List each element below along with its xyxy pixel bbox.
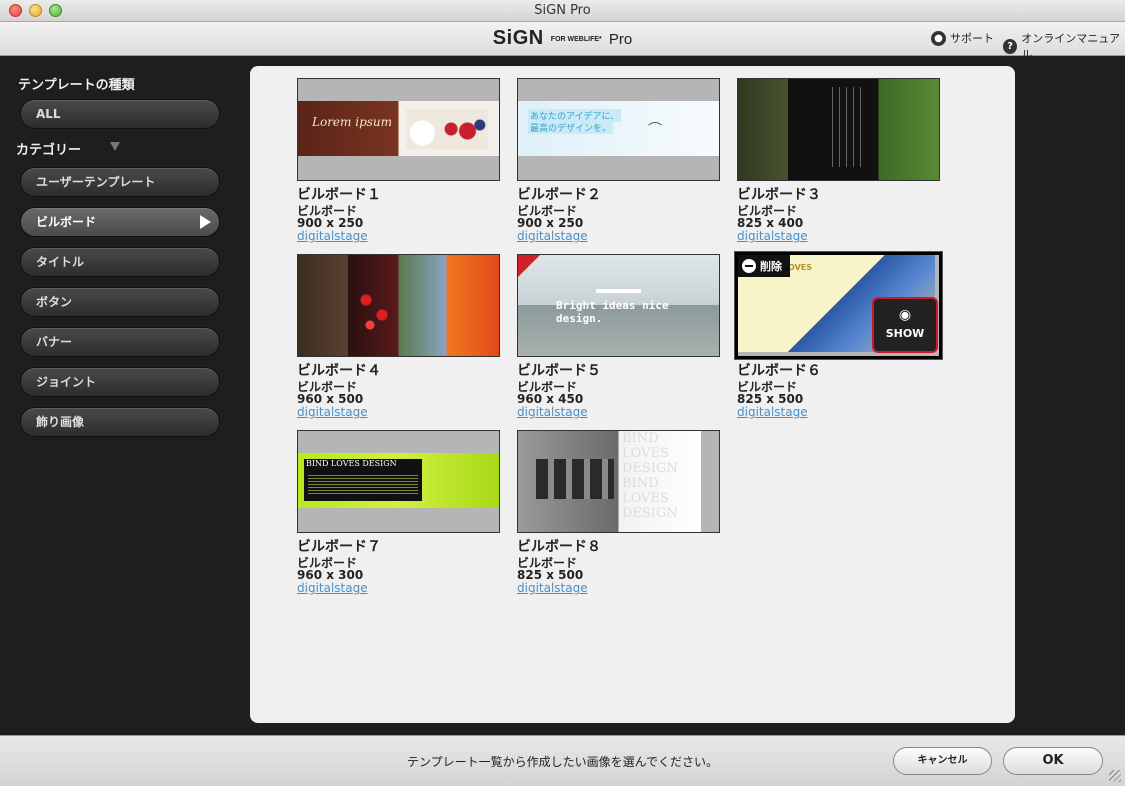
thumbnail-body-lines bbox=[308, 473, 418, 495]
template-author-link[interactable]: digitalstage bbox=[297, 582, 500, 595]
title-bar: SiGN Pro bbox=[0, 0, 1125, 22]
online-manual-link[interactable]: ? オンラインマニュアル bbox=[1003, 30, 1125, 62]
sidebar-item-label: ユーザーテンプレート bbox=[36, 175, 156, 189]
app-header: SiGN FOR WEBLIFE* Pro ● サポート ? オンラインマニュア… bbox=[0, 22, 1125, 61]
sidebar-item-decorative-image[interactable]: 飾り画像 bbox=[20, 407, 220, 437]
window-close-button[interactable] bbox=[9, 4, 22, 17]
template-thumbnail[interactable]: Lorem ipsum bbox=[297, 78, 500, 181]
sidebar-item-joint[interactable]: ジョイント bbox=[20, 367, 220, 397]
template-card[interactable]: あなたのアイデアに、 最高のデザインを。 ⌒ ビルボード２ ビルボード 900 … bbox=[517, 78, 720, 243]
filter-all-button[interactable]: ALL bbox=[20, 99, 220, 129]
thumbnail-text: BIND LOVES DESIGN BIND LOVES DESIGN bbox=[622, 431, 678, 521]
template-thumbnail[interactable]: あなたのアイデアに、 最高のデザインを。 ⌒ bbox=[517, 78, 720, 181]
logo-sub: FOR WEBLIFE* bbox=[550, 36, 602, 43]
eye-icon: ◉ bbox=[898, 307, 912, 323]
template-title: ビルボード６ bbox=[737, 363, 821, 379]
template-title: ビルボード７ bbox=[297, 539, 381, 555]
delete-label: 削除 bbox=[760, 260, 782, 273]
template-author-link[interactable]: digitalstage bbox=[737, 230, 940, 243]
resize-grip-icon[interactable] bbox=[1109, 770, 1121, 782]
window-title: SiGN Pro bbox=[534, 3, 591, 18]
sidebar-item-label: ボタン bbox=[36, 295, 73, 309]
thumbnail-vertical-text bbox=[826, 87, 866, 167]
sidebar-item-banner[interactable]: バナー bbox=[20, 327, 220, 357]
sidebar-item-label: タイトル bbox=[36, 255, 85, 269]
user-icon: ● bbox=[931, 30, 946, 46]
support-link[interactable]: ● サポート bbox=[931, 30, 994, 46]
template-thumbnail[interactable]: OVES 削除 ◉ SHOW bbox=[735, 252, 942, 359]
window-minimize-button[interactable] bbox=[29, 4, 42, 17]
category-collapse-icon[interactable] bbox=[110, 142, 120, 151]
template-author-link[interactable]: digitalstage bbox=[297, 406, 500, 419]
thumbnail-text: BIND LOVES DESIGN bbox=[306, 459, 397, 468]
template-thumbnail[interactable] bbox=[737, 78, 940, 181]
template-thumbnail[interactable]: Bright ideas nice design. bbox=[517, 254, 720, 357]
thumbnail-photo bbox=[406, 109, 488, 149]
template-title: ビルボード２ bbox=[517, 187, 601, 203]
template-card[interactable]: ビルボード４ ビルボード 960 x 500 digitalstage bbox=[297, 254, 500, 419]
template-title: ビルボード４ bbox=[297, 363, 381, 379]
template-title: ビルボード８ bbox=[517, 539, 601, 555]
logo-main: SiGN bbox=[492, 27, 544, 49]
template-card-selected[interactable]: OVES 削除 ◉ SHOW ビルボード６ ビルボード 825 x 500 di… bbox=[735, 252, 942, 419]
minus-icon bbox=[742, 259, 756, 273]
show-preview-button[interactable]: ◉ SHOW bbox=[872, 297, 938, 353]
template-card[interactable]: Bright ideas nice design. ビルボード５ ビルボード 9… bbox=[517, 254, 720, 419]
template-thumbnail[interactable] bbox=[297, 254, 500, 357]
logo-pro: Pro bbox=[608, 31, 633, 48]
template-thumbnail[interactable]: BIND LOVES DESIGN bbox=[297, 430, 500, 533]
delete-button[interactable]: 削除 bbox=[738, 255, 790, 277]
template-title: ビルボード３ bbox=[737, 187, 821, 203]
template-card[interactable]: ビルボード３ ビルボード 825 x 400 digitalstage bbox=[737, 78, 940, 243]
template-title: ビルボード１ bbox=[297, 187, 381, 203]
bird-icon: ⌒ bbox=[648, 122, 662, 138]
thumbnail-text: 最高のデザインを。 bbox=[528, 121, 614, 134]
sidebar-item-billboard[interactable]: ビルボード bbox=[20, 207, 220, 237]
show-label: SHOW bbox=[885, 327, 925, 340]
thumbnail-art bbox=[518, 255, 719, 305]
filter-all-label: ALL bbox=[36, 107, 61, 121]
manual-label: オンラインマニュアル bbox=[1021, 32, 1120, 61]
footer-bar: テンプレート一覧から作成したい画像を選んでください。 キャンセル OK bbox=[0, 735, 1125, 786]
template-author-link[interactable]: digitalstage bbox=[517, 406, 720, 419]
sidebar-item-label: 飾り画像 bbox=[36, 415, 85, 429]
sidebar-item-button[interactable]: ボタン bbox=[20, 287, 220, 317]
thumbnail-text: OVES bbox=[788, 263, 813, 272]
play-arrow-icon bbox=[200, 215, 211, 229]
template-author-link[interactable]: digitalstage bbox=[517, 230, 720, 243]
template-card[interactable]: BIND LOVES DESIGN BIND LOVES DESIGN ビルボー… bbox=[517, 430, 720, 595]
template-author-link[interactable]: digitalstage bbox=[517, 582, 720, 595]
template-author-link[interactable]: digitalstage bbox=[297, 230, 500, 243]
help-icon: ? bbox=[1003, 38, 1018, 54]
thumbnail-text: Lorem ipsum bbox=[312, 115, 393, 129]
thumbnail-decoration bbox=[596, 289, 641, 293]
cancel-button[interactable]: キャンセル bbox=[893, 747, 992, 775]
thumbnail-photo bbox=[354, 285, 394, 335]
sidebar-item-label: ジョイント bbox=[36, 375, 97, 389]
new-badge-icon bbox=[518, 255, 540, 277]
sidebar-item-title[interactable]: タイトル bbox=[20, 247, 220, 277]
category-heading: カテゴリー bbox=[16, 143, 82, 158]
support-label: サポート bbox=[950, 32, 994, 45]
template-card[interactable]: BIND LOVES DESIGN ビルボード７ ビルボード 960 x 300… bbox=[297, 430, 500, 595]
thumbnail-photo bbox=[536, 459, 614, 499]
thumbnail-art bbox=[298, 255, 499, 356]
template-grid-panel: Lorem ipsum ビルボード１ ビルボード 900 x 250 digit… bbox=[250, 66, 1015, 723]
template-thumbnail[interactable]: BIND LOVES DESIGN BIND LOVES DESIGN bbox=[517, 430, 720, 533]
template-title: ビルボード５ bbox=[517, 363, 601, 379]
sidebar-item-label: バナー bbox=[36, 335, 73, 349]
thumbnail-text: Bright ideas nice design. bbox=[556, 299, 669, 325]
sidebar-item-user-templates[interactable]: ユーザーテンプレート bbox=[20, 167, 220, 197]
ok-button[interactable]: OK bbox=[1003, 747, 1103, 775]
template-types-heading: テンプレートの種類 bbox=[18, 78, 135, 93]
window-zoom-button[interactable] bbox=[49, 4, 62, 17]
sidebar: テンプレートの種類 ALL カテゴリー ユーザーテンプレート ビルボード タイト… bbox=[0, 57, 240, 735]
template-card[interactable]: Lorem ipsum ビルボード１ ビルボード 900 x 250 digit… bbox=[297, 78, 500, 243]
template-author-link[interactable]: digitalstage bbox=[737, 406, 938, 419]
sidebar-item-label: ビルボード bbox=[36, 215, 97, 229]
